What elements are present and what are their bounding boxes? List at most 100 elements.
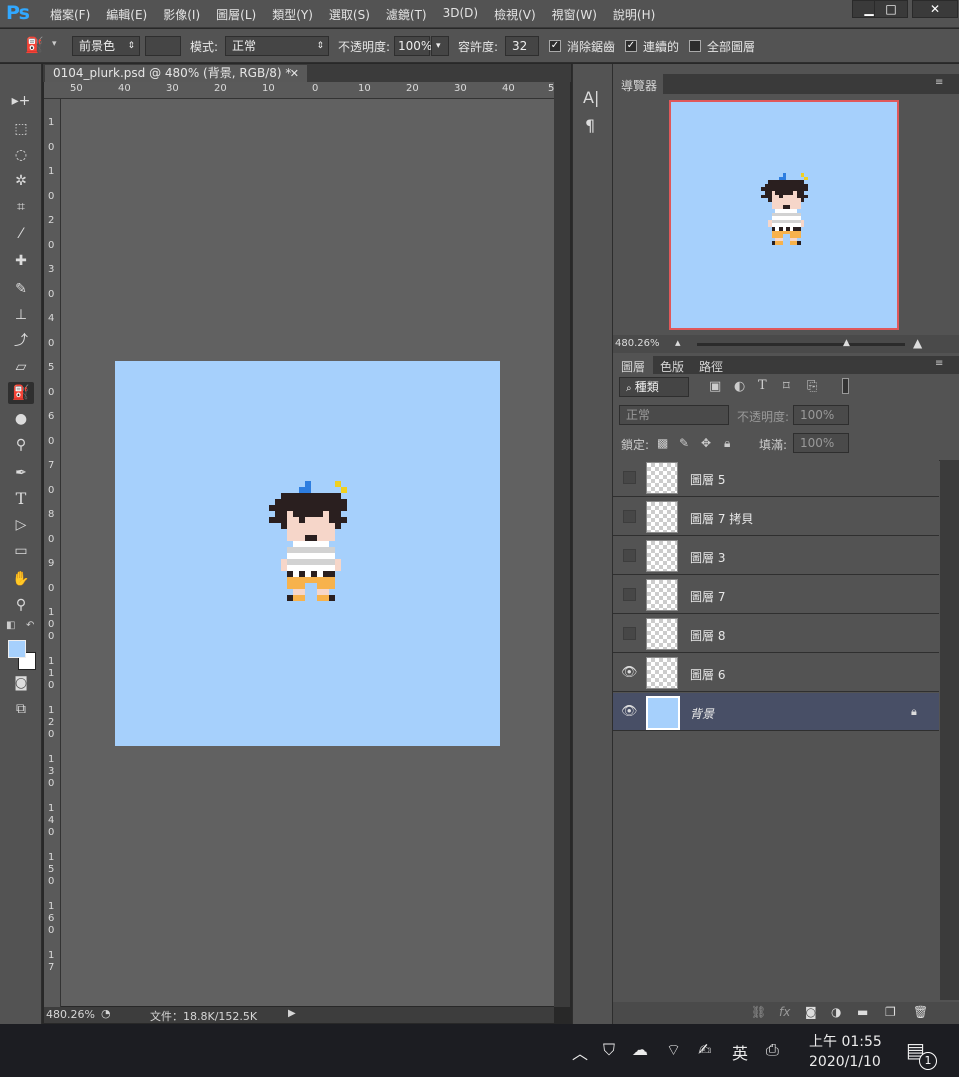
layer-row-selected[interactable]: 👁︎ 背景 🔒︎: [613, 693, 939, 731]
clock-date[interactable]: 2020/1/10: [809, 1054, 881, 1070]
add-mask-icon[interactable]: ◙: [805, 1005, 817, 1019]
eyedropper-icon[interactable]: ⁄: [8, 223, 34, 245]
document-canvas[interactable]: [115, 361, 500, 746]
filter-pixel-icon[interactable]: ▣: [709, 379, 721, 394]
fill-input[interactable]: 100%: [793, 433, 849, 453]
filter-shape-icon[interactable]: ⌑: [783, 379, 790, 394]
zoom-out-icon[interactable]: ▴: [675, 336, 681, 349]
path-select-icon[interactable]: ▷: [8, 514, 34, 536]
clock-time[interactable]: 上午 01:55: [809, 1031, 882, 1051]
layer-row[interactable]: 圖層 7 拷貝: [613, 498, 939, 536]
fx-icon[interactable]: fx: [779, 1005, 790, 1019]
character-panel-icon[interactable]: A|: [583, 88, 599, 107]
clone-stamp-icon[interactable]: ⊥: [8, 304, 34, 326]
slider-thumb[interactable]: ▲: [843, 338, 850, 348]
visibility-toggle[interactable]: [623, 471, 636, 484]
paint-bucket-tool-icon[interactable]: ⛽: [8, 382, 34, 404]
navigator-zoom[interactable]: 480.26%: [615, 338, 660, 349]
menu-file[interactable]: 檔案(F): [50, 6, 90, 23]
marquee-tool-icon[interactable]: ⬚: [8, 118, 34, 140]
default-colors-icon[interactable]: ◧: [6, 620, 15, 631]
eye-icon[interactable]: 👁︎: [621, 704, 638, 719]
menu-edit[interactable]: 編輯(E): [106, 6, 147, 23]
chevron-down-icon[interactable]: ▾: [52, 39, 57, 49]
document-tab[interactable]: 0104_plurk.psd @ 480% (背景, RGB/8) * ✕: [45, 65, 307, 82]
eraser-icon[interactable]: ▱: [8, 356, 34, 378]
swap-colors-icon[interactable]: ↶: [26, 620, 34, 631]
menu-type[interactable]: 類型(Y): [272, 6, 313, 23]
zoom-level[interactable]: 480.26%: [46, 1008, 95, 1021]
link-layers-icon[interactable]: ⛓: [751, 1005, 766, 1019]
menu-filter[interactable]: 濾鏡(T): [386, 6, 427, 23]
blur-tool-icon[interactable]: ●: [8, 408, 34, 430]
adjustment-layer-icon[interactable]: ◑: [831, 1005, 841, 1019]
lock-position-icon[interactable]: ✥: [701, 436, 711, 450]
crop-tool-icon[interactable]: ⌗: [8, 196, 34, 218]
filter-toggle[interactable]: [842, 378, 849, 394]
navigator-zoom-slider[interactable]: [697, 343, 905, 346]
magic-wand-icon[interactable]: ✲: [8, 170, 34, 192]
status-menu-icon[interactable]: ◔: [101, 1007, 111, 1020]
delete-layer-icon[interactable]: 🗑︎: [913, 1005, 928, 1019]
foreground-color-swatch[interactable]: [8, 640, 26, 658]
panel-menu-icon[interactable]: ≡: [935, 77, 943, 88]
tab-close-icon[interactable]: ✕: [290, 65, 299, 82]
lock-pixels-icon[interactable]: ✎: [679, 436, 689, 450]
layer-row[interactable]: 圖層 3: [613, 537, 939, 575]
pen-icon[interactable]: ✍: [698, 1040, 711, 1059]
layers-scrollbar[interactable]: [940, 460, 959, 1000]
opacity-dropdown-icon[interactable]: ▾: [431, 36, 449, 56]
input-method-icon[interactable]: ⎙: [766, 1040, 779, 1060]
menu-view[interactable]: 檢視(V): [494, 6, 536, 23]
screen-mode-icon[interactable]: ⧉: [8, 698, 34, 720]
quick-mask-icon[interactable]: ◙: [8, 672, 34, 694]
rectangle-tool-icon[interactable]: ▭: [8, 540, 34, 562]
filter-type-icon[interactable]: T: [758, 378, 767, 393]
layer-row[interactable]: 圖層 8: [613, 615, 939, 653]
menu-help[interactable]: 說明(H): [613, 6, 655, 23]
history-brush-icon[interactable]: ⤴: [8, 330, 34, 352]
lock-all-icon[interactable]: 🔒︎: [724, 436, 730, 451]
new-layer-icon[interactable]: ❐: [885, 1005, 896, 1019]
paint-bucket-icon[interactable]: ⛽: [25, 36, 44, 54]
type-tool-icon[interactable]: T: [8, 488, 34, 510]
layer-row[interactable]: 👁︎ 圖層 6: [613, 654, 939, 692]
tab-channels[interactable]: 色版: [660, 358, 684, 375]
lasso-tool-icon[interactable]: ◌: [8, 144, 34, 166]
tab-paths[interactable]: 路徑: [699, 358, 723, 375]
move-tool-icon[interactable]: ▸+: [8, 90, 34, 112]
visibility-toggle[interactable]: [623, 549, 636, 562]
zoom-in-icon[interactable]: ▲: [913, 336, 922, 350]
wifi-icon[interactable]: ⌔: [666, 1040, 681, 1060]
chevron-up-icon[interactable]: ︿: [572, 1040, 588, 1064]
blend-mode-select[interactable]: 正常: [619, 405, 729, 425]
filter-smart-object-icon[interactable]: ⎘: [807, 379, 817, 394]
ime-indicator[interactable]: 英: [732, 1040, 748, 1064]
healing-brush-icon[interactable]: ✚: [8, 250, 34, 272]
hand-tool-icon[interactable]: ✋: [8, 568, 34, 590]
tolerance-input[interactable]: 32: [505, 36, 539, 56]
visibility-toggle[interactable]: [623, 627, 636, 640]
fill-source-select[interactable]: 前景色 ⇕: [72, 36, 140, 56]
menu-window[interactable]: 視窗(W): [552, 6, 597, 23]
mode-select[interactable]: 正常 ⇕: [225, 36, 329, 56]
eye-icon[interactable]: 👁︎: [621, 665, 638, 680]
visibility-toggle[interactable]: [623, 588, 636, 601]
new-group-icon[interactable]: ▬: [857, 1005, 868, 1019]
close-button[interactable]: ✕: [912, 0, 958, 18]
menu-select[interactable]: 選取(S): [329, 6, 370, 23]
contiguous-checkbox[interactable]: ✓: [625, 40, 637, 52]
paragraph-panel-icon[interactable]: ¶: [585, 116, 595, 135]
layer-opacity-input[interactable]: 100%: [793, 405, 849, 425]
menu-image[interactable]: 影像(I): [163, 6, 200, 23]
layer-row[interactable]: 圖層 5: [613, 459, 939, 497]
play-arrow-icon[interactable]: ▶: [288, 1008, 296, 1019]
maximize-button[interactable]: □: [874, 0, 908, 18]
all-layers-checkbox[interactable]: [689, 40, 701, 52]
pen-tool-icon[interactable]: ✒: [8, 462, 34, 484]
menu-layer[interactable]: 圖層(L): [216, 6, 256, 23]
layer-row[interactable]: 圖層 7: [613, 576, 939, 614]
navigator-thumbnail[interactable]: [669, 100, 899, 330]
cloud-icon[interactable]: ☁: [632, 1040, 648, 1059]
menu-3d[interactable]: 3D(D): [443, 6, 478, 23]
